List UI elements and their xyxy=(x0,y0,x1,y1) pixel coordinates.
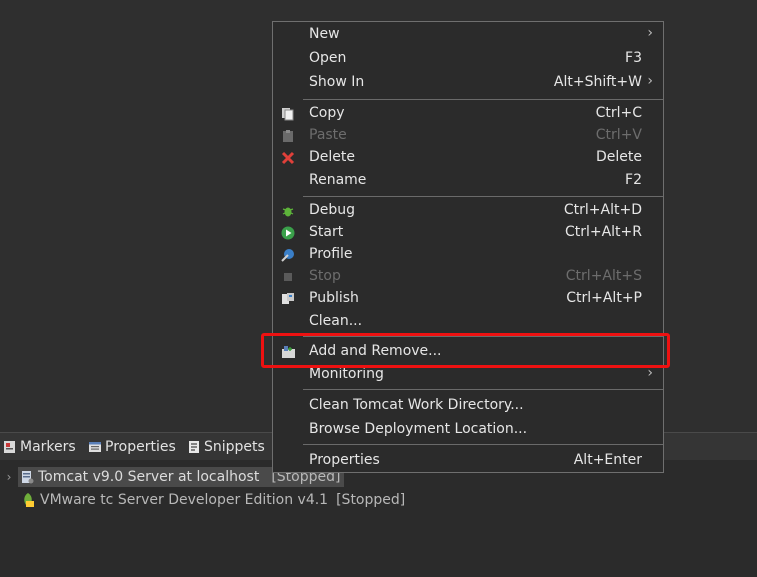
server-row-vmware[interactable]: VMware tc Server Developer Edition v4.1 … xyxy=(20,489,405,511)
submenu-arrow-icon: › xyxy=(647,73,653,89)
tab-label: Snippets xyxy=(204,439,265,455)
stop-icon xyxy=(281,270,295,284)
menu-item-clean[interactable]: Clean... xyxy=(273,311,663,333)
menu-separator xyxy=(303,389,663,390)
menu-item-publish[interactable]: Publish Ctrl+Alt+P xyxy=(273,288,663,310)
menu-item-start[interactable]: Start Ctrl+Alt+R xyxy=(273,222,663,244)
tab-label: Properties xyxy=(105,439,176,455)
menu-separator xyxy=(303,196,663,197)
properties-icon xyxy=(88,440,102,454)
tab-properties[interactable]: Properties xyxy=(88,435,176,459)
tomcat-server-icon xyxy=(20,470,34,484)
profile-icon xyxy=(281,248,295,262)
menu-separator xyxy=(303,99,663,100)
snippets-icon xyxy=(187,440,201,454)
menu-item-copy[interactable]: Copy Ctrl+C xyxy=(273,103,663,125)
publish-icon xyxy=(281,292,295,306)
menu-item-clean-tomcat-work-directory[interactable]: Clean Tomcat Work Directory... xyxy=(273,395,663,417)
context-menu: New › Open F3 Show In Alt+Shift+W › Copy… xyxy=(272,21,664,473)
menu-item-properties[interactable]: Properties Alt+Enter xyxy=(273,450,663,472)
tab-markers[interactable]: Markers xyxy=(3,435,76,459)
vmware-tc-server-icon xyxy=(20,492,36,508)
menu-item-debug[interactable]: Debug Ctrl+Alt+D xyxy=(273,200,663,222)
server-name: VMware tc Server Developer Edition v4.1 xyxy=(40,492,329,508)
paste-icon xyxy=(281,129,295,143)
menu-item-stop[interactable]: Stop Ctrl+Alt+S xyxy=(273,266,663,288)
menu-item-open[interactable]: Open F3 xyxy=(273,48,663,70)
menu-item-rename[interactable]: Rename F2 xyxy=(273,170,663,192)
highlight-box xyxy=(261,333,670,368)
menu-item-new[interactable]: New › xyxy=(273,24,663,46)
menu-item-delete[interactable]: Delete Delete xyxy=(273,147,663,169)
menu-separator xyxy=(303,444,663,445)
expand-chevron-icon[interactable]: › xyxy=(0,470,18,484)
server-status: [Stopped] xyxy=(336,492,406,508)
markers-icon xyxy=(3,440,17,454)
menu-item-profile[interactable]: Profile xyxy=(273,244,663,266)
start-icon xyxy=(281,226,295,240)
copy-icon xyxy=(281,107,295,121)
menu-item-browse-deployment-location[interactable]: Browse Deployment Location... xyxy=(273,419,663,441)
servers-view: › Tomcat v9.0 Server at localhost [Stopp… xyxy=(0,460,757,577)
server-name: Tomcat v9.0 Server at localhost xyxy=(38,469,260,485)
delete-icon xyxy=(281,151,295,165)
tab-label: Markers xyxy=(20,439,76,455)
menu-item-show-in[interactable]: Show In Alt+Shift+W › xyxy=(273,72,663,94)
debug-icon xyxy=(281,204,295,218)
submenu-arrow-icon: › xyxy=(647,25,653,41)
menu-item-paste[interactable]: Paste Ctrl+V xyxy=(273,125,663,147)
tab-snippets[interactable]: Snippets xyxy=(187,435,265,459)
